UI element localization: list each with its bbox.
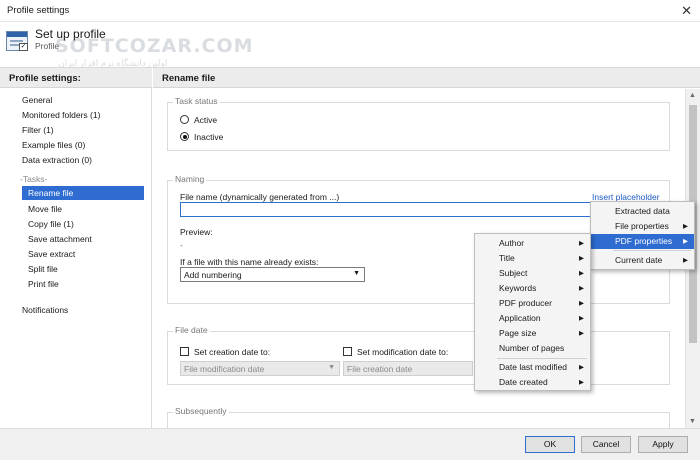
inactive-radio[interactable] xyxy=(180,132,189,141)
apply-button[interactable]: Apply xyxy=(638,436,688,453)
menu-item-title[interactable]: Title ▶ xyxy=(475,251,590,266)
sidebar-item-monitored-folders[interactable]: Monitored folders (1) xyxy=(22,108,100,122)
menu-item-pdf-producer[interactable]: PDF producer ▶ xyxy=(475,296,590,311)
submenu-arrow-icon: ▶ xyxy=(683,257,688,264)
submenu-arrow-icon: ▶ xyxy=(579,315,584,322)
chevron-down-icon: ▼ xyxy=(353,270,360,277)
task-status-group xyxy=(167,102,670,151)
exists-select[interactable]: Add numbering ▼ xyxy=(180,267,365,282)
cancel-button[interactable]: Cancel xyxy=(581,436,631,453)
header: ✓ SOFTCOZAR.COM اولین دانشگاه نرم افزار … xyxy=(0,22,700,68)
preview-label: Preview: xyxy=(180,227,213,237)
active-label: Active xyxy=(194,115,218,125)
sidebar-item-split-file[interactable]: Split file xyxy=(28,262,58,276)
modification-source-select[interactable]: File creation date xyxy=(343,361,473,376)
file-date-label: File date xyxy=(173,325,210,335)
pdf-properties-menu: Author ▶ Title ▶ Subject ▶ Keywords ▶ PD… xyxy=(474,233,591,391)
sidebar-title: Profile settings: xyxy=(0,68,152,88)
menu-separator xyxy=(497,358,587,359)
subsequently-group xyxy=(167,412,670,428)
sidebar-item-move-file[interactable]: Move file xyxy=(28,202,62,216)
placeholder-menu: Extracted data File properties ▶ PDF pro… xyxy=(590,201,695,270)
profile-app-icon: ✓ xyxy=(6,31,28,51)
submenu-arrow-icon: ▶ xyxy=(579,255,584,262)
header-subtitle: Profile xyxy=(35,41,60,51)
window-title: Profile settings xyxy=(7,5,70,16)
menu-item-subject[interactable]: Subject ▶ xyxy=(475,266,590,281)
sidebar-item-example-files[interactable]: Example files (0) xyxy=(22,138,85,152)
sidebar-item-filter[interactable]: Filter (1) xyxy=(22,123,54,137)
sidebar-item-copy-file[interactable]: Copy file (1) xyxy=(28,217,74,231)
sidebar-item-save-extract[interactable]: Save extract xyxy=(28,247,75,261)
scroll-up-icon[interactable]: ▲ xyxy=(689,92,696,99)
exists-select-value: Add numbering xyxy=(184,270,242,280)
inactive-label: Inactive xyxy=(194,132,224,142)
menu-item-file-properties[interactable]: File properties ▶ xyxy=(591,219,694,234)
submenu-arrow-icon: ▶ xyxy=(579,330,584,337)
menu-item-author[interactable]: Author ▶ xyxy=(475,236,590,251)
check-icon: ✓ xyxy=(19,43,28,51)
ok-button[interactable]: OK xyxy=(525,436,575,453)
file-date-group xyxy=(167,331,670,385)
set-creation-checkbox[interactable] xyxy=(180,347,189,356)
menu-item-number-of-pages[interactable]: Number of pages xyxy=(475,341,590,356)
dialog-footer: OK Cancel Apply xyxy=(0,428,700,460)
menu-item-pdf-properties[interactable]: PDF properties ▶ xyxy=(591,234,694,249)
submenu-arrow-icon: ▶ xyxy=(579,270,584,277)
sidebar-tasks-label: -Tasks- xyxy=(20,174,48,184)
sidebar-item-data-extraction[interactable]: Data extraction (0) xyxy=(22,153,92,167)
submenu-arrow-icon: ▶ xyxy=(683,238,688,245)
exists-label: If a file with this name already exists: xyxy=(180,257,319,267)
menu-item-current-date[interactable]: Current date ▶ xyxy=(591,253,694,268)
menu-item-date-last-modified[interactable]: Date last modified ▶ xyxy=(475,360,590,375)
close-icon[interactable]: ✕ xyxy=(681,3,692,19)
submenu-arrow-icon: ▶ xyxy=(579,285,584,292)
set-modification-label: Set modification date to: xyxy=(357,347,449,357)
menu-item-extracted-data[interactable]: Extracted data xyxy=(591,204,694,219)
submenu-arrow-icon: ▶ xyxy=(579,364,584,371)
menu-item-application[interactable]: Application ▶ xyxy=(475,311,590,326)
sidebar: Profile settings: General Monitored fold… xyxy=(0,68,152,428)
submenu-arrow-icon: ▶ xyxy=(579,300,584,307)
active-radio[interactable] xyxy=(180,115,189,124)
chevron-down-icon: ▼ xyxy=(328,364,335,371)
naming-label: Naming xyxy=(173,174,207,184)
preview-value: - xyxy=(180,240,183,250)
scroll-down-icon[interactable]: ▼ xyxy=(689,418,696,425)
header-title: Set up profile xyxy=(35,27,106,41)
creation-source-select[interactable]: File modification date ▼ xyxy=(180,361,340,376)
task-status-label: Task status xyxy=(173,96,220,106)
menu-item-keywords[interactable]: Keywords ▶ xyxy=(475,281,590,296)
filename-label: File name (dynamically generated from ..… xyxy=(180,192,340,202)
modification-source-value: File creation date xyxy=(347,364,413,374)
menu-separator xyxy=(613,250,691,251)
subsequently-label: Subsequently xyxy=(173,406,229,416)
page-title: Rename file xyxy=(153,68,700,88)
sidebar-item-notifications[interactable]: Notifications xyxy=(22,303,68,317)
submenu-arrow-icon: ▶ xyxy=(683,223,688,230)
set-creation-label: Set creation date to: xyxy=(194,347,271,357)
menu-item-date-created[interactable]: Date created ▶ xyxy=(475,375,590,390)
sidebar-item-rename-file[interactable]: Rename file xyxy=(22,186,144,200)
submenu-arrow-icon: ▶ xyxy=(579,240,584,247)
set-modification-checkbox[interactable] xyxy=(343,347,352,356)
filename-input[interactable] xyxy=(180,202,620,217)
title-bar: Profile settings ✕ xyxy=(0,0,700,22)
creation-source-value: File modification date xyxy=(184,364,265,374)
submenu-arrow-icon: ▶ xyxy=(579,379,584,386)
menu-item-page-size[interactable]: Page size ▶ xyxy=(475,326,590,341)
sidebar-item-save-attachment[interactable]: Save attachment xyxy=(28,232,92,246)
sidebar-item-general[interactable]: General xyxy=(22,93,52,107)
sidebar-item-print-file[interactable]: Print file xyxy=(28,277,59,291)
